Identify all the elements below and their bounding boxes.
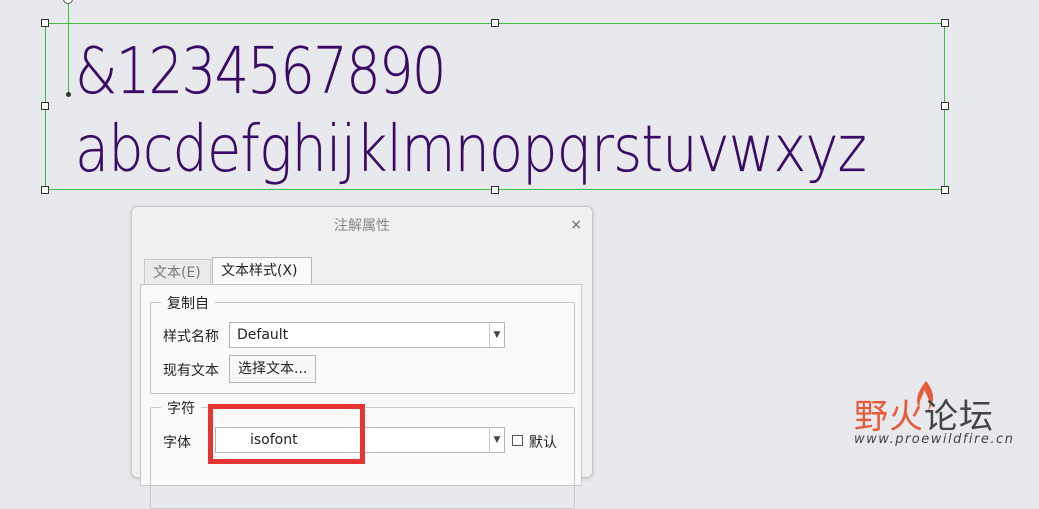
default-font-checkbox[interactable] [512, 435, 523, 446]
resize-handle-top-left[interactable] [41, 19, 49, 27]
resize-handle-middle-right[interactable] [941, 102, 949, 110]
font-label: 字体 [163, 435, 191, 451]
tab-text-style[interactable]: 文本样式(X) [212, 257, 312, 285]
watermark-url: www.proewildfire.cn [854, 432, 1015, 447]
resize-handle-bottom-right[interactable] [941, 186, 949, 194]
watermark-cn-text: 野火论坛 [854, 389, 994, 438]
resize-handle-middle-left[interactable] [41, 102, 49, 110]
annotation-text-line-2[interactable]: abcdefghijklmnopqrstuvwxyz [75, 118, 867, 182]
chevron-down-icon[interactable]: ▼ [489, 428, 504, 452]
leader-anchor-circle[interactable] [63, 0, 73, 4]
default-font-label: 默认 [529, 435, 557, 451]
copy-from-legend: 复制自 [161, 293, 215, 313]
select-text-button[interactable]: 选择文本... [229, 355, 317, 383]
close-icon[interactable]: × [570, 217, 582, 233]
resize-handle-bottom-left[interactable] [41, 186, 49, 194]
watermark-cn-part2: 论坛 [924, 397, 994, 437]
watermark-cn-part1: 野火 [854, 397, 924, 437]
resize-handle-bottom-middle[interactable] [491, 186, 499, 194]
dialog-title: 注解属性 [334, 218, 390, 234]
annotation-text-line-1[interactable]: &1234567890 [75, 40, 447, 104]
highlight-box [208, 404, 365, 464]
style-name-label: 样式名称 [163, 329, 219, 345]
watermark-logo: 野火论坛 www.proewildfire.cn [850, 381, 1039, 457]
resize-handle-top-middle[interactable] [491, 19, 499, 27]
tab-text[interactable]: 文本(E) [144, 259, 211, 285]
style-name-select[interactable]: Default ▼ [229, 322, 505, 348]
character-legend: 字符 [161, 398, 201, 418]
copy-from-group: 复制自 样式名称 Default ▼ 现有文本 选择文本... [150, 293, 575, 394]
chevron-down-icon[interactable]: ▼ [489, 323, 504, 347]
existing-text-label: 现有文本 [163, 363, 219, 379]
style-name-value: Default [237, 327, 289, 343]
resize-handle-top-right[interactable] [941, 19, 949, 27]
